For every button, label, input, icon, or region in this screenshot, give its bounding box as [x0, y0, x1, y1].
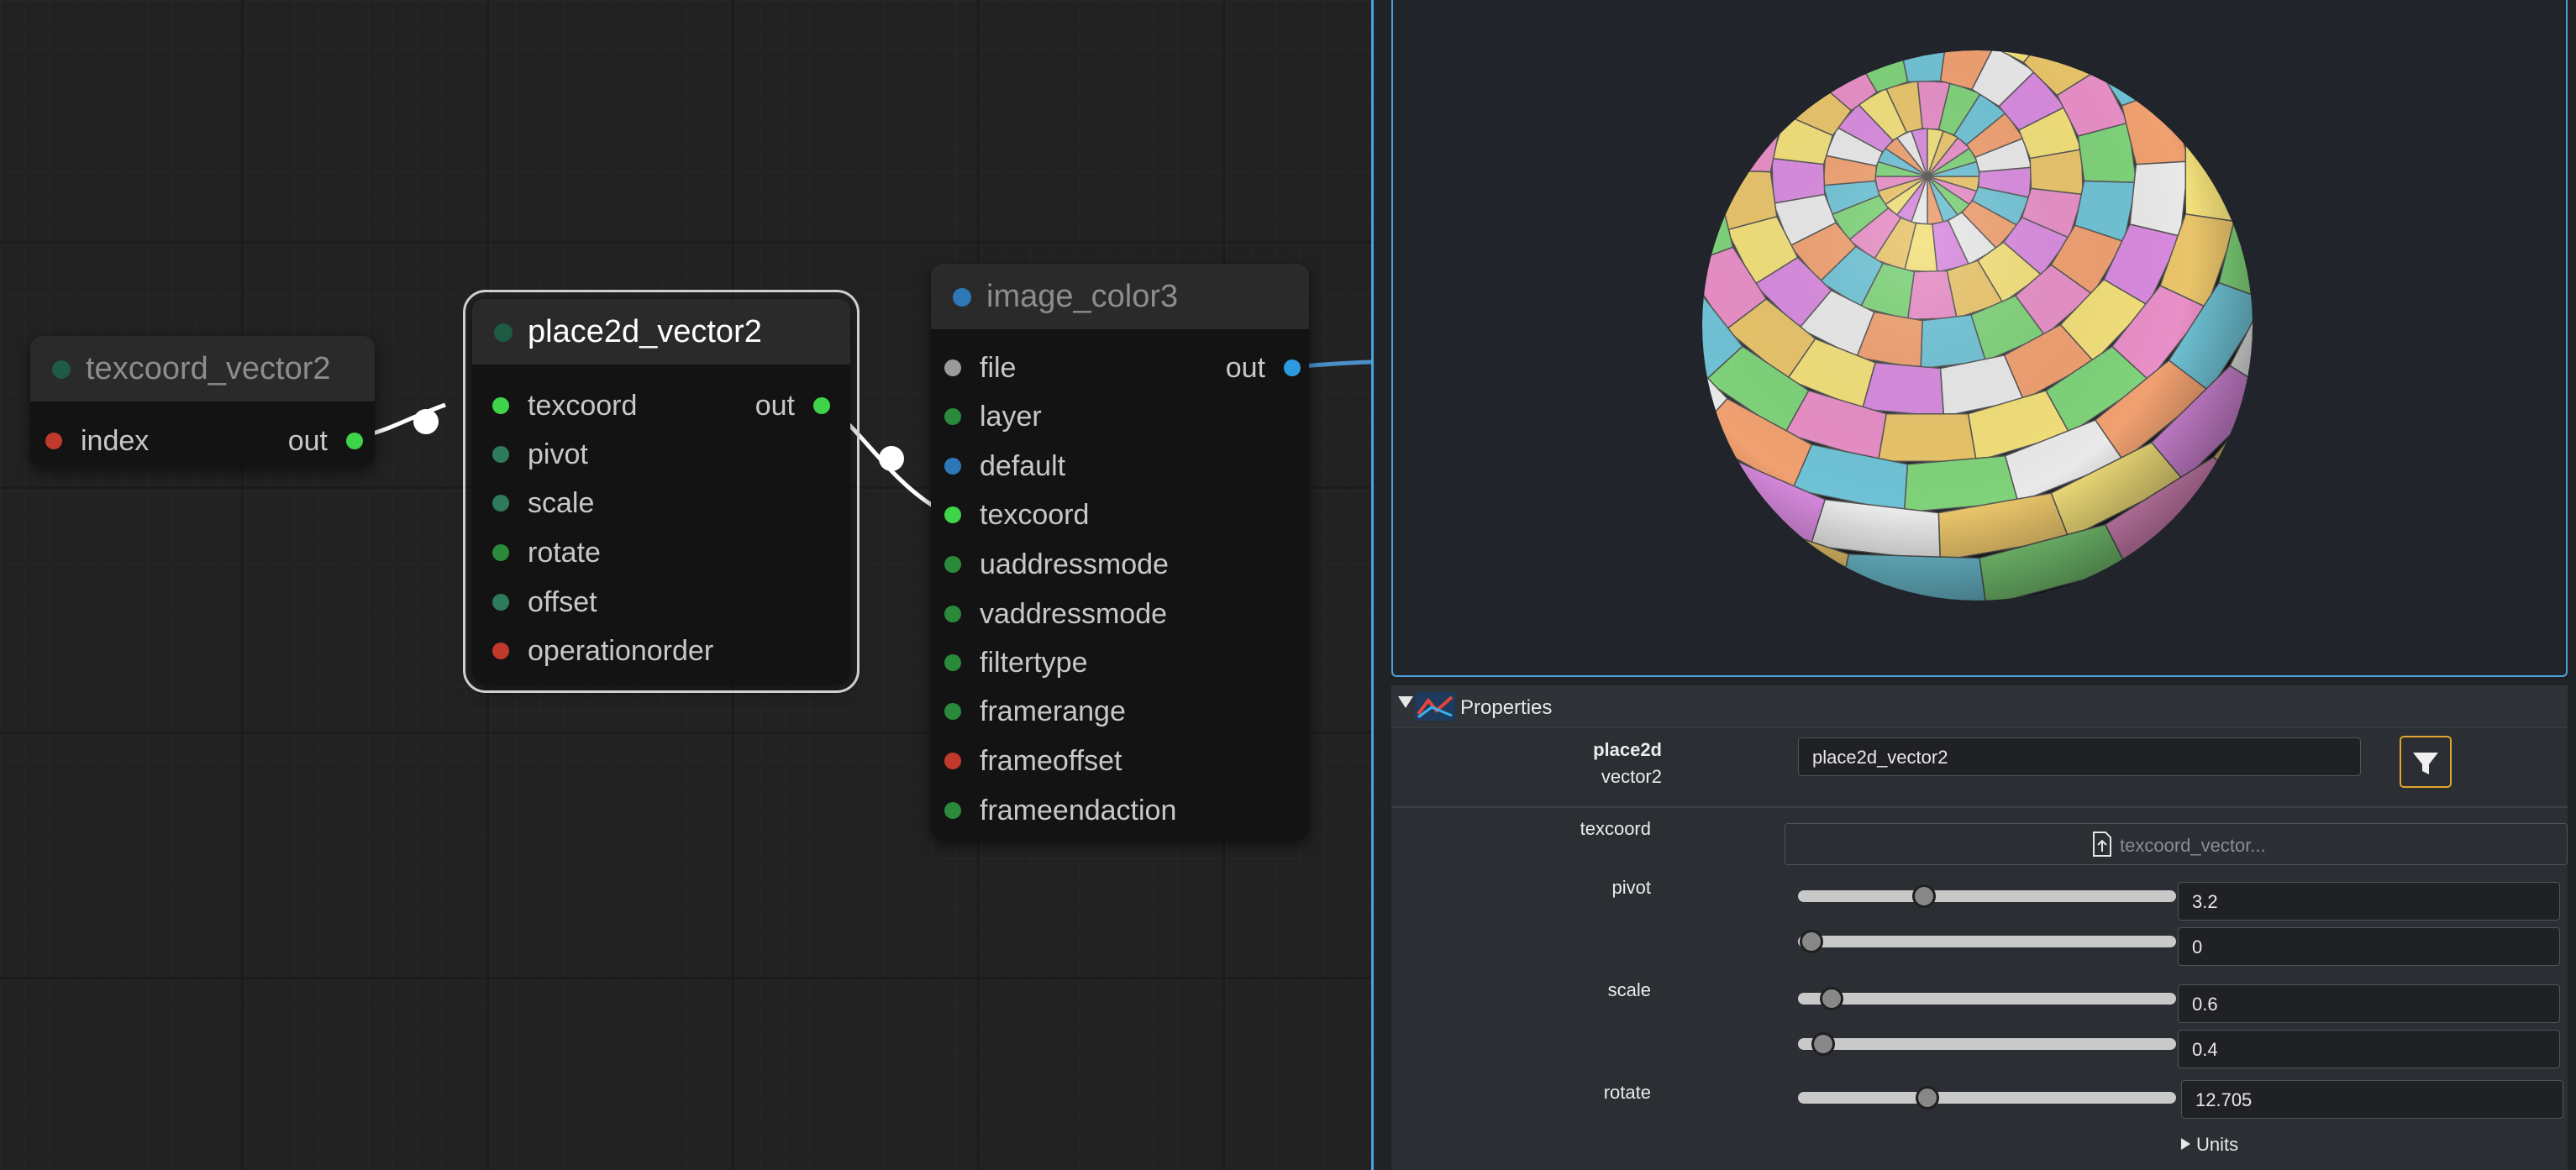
pin-dot[interactable]	[944, 703, 961, 720]
pin-label: filtertype	[980, 647, 1088, 679]
properties-panel: Properties place2d vector2 place2d_vecto…	[1391, 685, 2568, 1170]
output-pin-out[interactable]: out	[1200, 344, 1301, 392]
pin-label: file	[980, 352, 1017, 384]
node-type-label: vector2	[1601, 766, 1662, 787]
node-header[interactable]: image_color3	[931, 264, 1309, 329]
node-header[interactable]: place2d_vector2	[472, 299, 850, 365]
node-texcoord-vector2[interactable]: texcoord_vector2 index out	[30, 336, 375, 467]
pin-label: index	[81, 425, 150, 457]
node-status-dot	[953, 288, 971, 307]
pin-label: frameendaction	[980, 795, 1177, 826]
units-label: Units	[2196, 1134, 2239, 1155]
preview-sphere[interactable]	[1702, 50, 2253, 601]
pin-dot[interactable]	[492, 446, 509, 463]
node-header[interactable]: texcoord_vector2	[30, 336, 375, 401]
uv-grid-texture	[1702, 50, 2253, 601]
pivot-y-input[interactable]: 0	[2178, 927, 2560, 966]
pin-dot[interactable]	[944, 802, 961, 819]
node-status-dot	[52, 360, 71, 379]
pin-label: vaddressmode	[980, 598, 1168, 630]
node-title: texcoord_vector2	[86, 351, 331, 386]
texcoord-connection-field[interactable]: texcoord_vector...	[1785, 823, 2568, 865]
scale-x-input[interactable]: 0.6	[2178, 984, 2560, 1023]
pivot-x-input[interactable]: 3.2	[2178, 882, 2560, 921]
file-upload-icon	[2093, 832, 2111, 857]
pivot-label: pivot	[1611, 877, 1651, 898]
pin-label: out	[754, 390, 795, 422]
output-pin-out[interactable]: out	[729, 381, 830, 430]
pin-label: scale	[528, 487, 595, 519]
rotate-slider[interactable]	[1798, 1092, 2176, 1104]
pin-dot[interactable]	[346, 433, 363, 449]
pin-label: rotate	[528, 537, 601, 569]
node-graph-canvas[interactable]: texcoord_vector2 index out place2d_vecto…	[0, 0, 1371, 1170]
texcoord-connection-value: texcoord_vector...	[2120, 835, 2266, 856]
pin-label: pivot	[528, 438, 588, 470]
scale-label: scale	[1607, 979, 1651, 1000]
pin-dot[interactable]	[492, 397, 509, 414]
node-category-label: place2d	[1593, 739, 1662, 760]
properties-title: Properties	[1460, 696, 1553, 719]
pivot-y-slider[interactable]	[1798, 936, 2176, 947]
section-divider	[1391, 806, 2568, 808]
pin-dot[interactable]	[45, 433, 62, 449]
expand-triangle-icon	[2181, 1138, 2190, 1150]
pin-dot[interactable]	[944, 408, 961, 425]
node-status-dot	[494, 323, 513, 342]
pin-label: texcoord	[528, 390, 638, 422]
node-title: place2d_vector2	[528, 314, 762, 349]
pin-label: frameoffset	[980, 745, 1122, 777]
filter-button[interactable]	[2400, 736, 2452, 788]
pin-dot[interactable]	[492, 643, 509, 659]
rotate-label: rotate	[1603, 1082, 1651, 1103]
pin-dot[interactable]	[492, 495, 509, 512]
properties-header[interactable]: Properties	[1391, 685, 2568, 728]
pin-label: offset	[528, 586, 597, 618]
pin-dot[interactable]	[813, 397, 830, 414]
scale-y-slider[interactable]	[1798, 1038, 2176, 1050]
collapse-triangle-icon[interactable]	[1398, 696, 1413, 708]
pin-dot[interactable]	[944, 359, 961, 376]
node-place2d-vector2[interactable]: place2d_vector2 texcoord pivot scale rot…	[463, 290, 860, 693]
pin-dot[interactable]	[492, 544, 509, 561]
pin-label: default	[980, 450, 1066, 482]
pin-dot[interactable]	[944, 606, 961, 622]
pin-label: texcoord	[980, 499, 1090, 531]
pin-dot[interactable]	[944, 556, 961, 573]
pivot-x-slider-thumb[interactable]	[1912, 884, 1936, 908]
texcoord-label: texcoord	[1580, 818, 1651, 839]
pivot-x-slider[interactable]	[1798, 890, 2176, 902]
rotate-slider-thumb[interactable]	[1916, 1086, 1939, 1110]
app-logo-icon	[1415, 692, 1455, 721]
node-image-color3[interactable]: image_color3 file layer default texcoord…	[931, 264, 1309, 840]
node-title: image_color3	[986, 279, 1179, 314]
pin-label: uaddressmode	[980, 548, 1169, 580]
scale-x-slider[interactable]	[1798, 993, 2176, 1005]
scale-y-slider-thumb[interactable]	[1811, 1032, 1835, 1056]
pin-label: layer	[980, 401, 1042, 433]
filter-icon	[2413, 753, 2438, 774]
scale-y-input[interactable]: 0.4	[2178, 1030, 2560, 1068]
output-pin-out[interactable]: out	[262, 417, 363, 465]
pivot-y-slider-thumb[interactable]	[1800, 930, 1823, 953]
node-name-input[interactable]: place2d_vector2	[1798, 737, 2361, 776]
pin-label: operationorder	[528, 635, 714, 667]
pin-label: framerange	[980, 695, 1126, 727]
pin-dot[interactable]	[944, 753, 961, 769]
pin-dot[interactable]	[492, 594, 509, 611]
pin-label: out	[1225, 352, 1265, 384]
pin-label: out	[287, 425, 328, 457]
pin-dot[interactable]	[944, 506, 961, 523]
pin-dot[interactable]	[944, 458, 961, 475]
pin-dot[interactable]	[944, 654, 961, 671]
rotate-input[interactable]: 12.705	[2181, 1080, 2563, 1119]
scale-x-slider-thumb[interactable]	[1820, 987, 1843, 1010]
pin-dot[interactable]	[1284, 359, 1301, 376]
wire-knob[interactable]	[879, 446, 904, 471]
wire-knob[interactable]	[413, 409, 439, 434]
